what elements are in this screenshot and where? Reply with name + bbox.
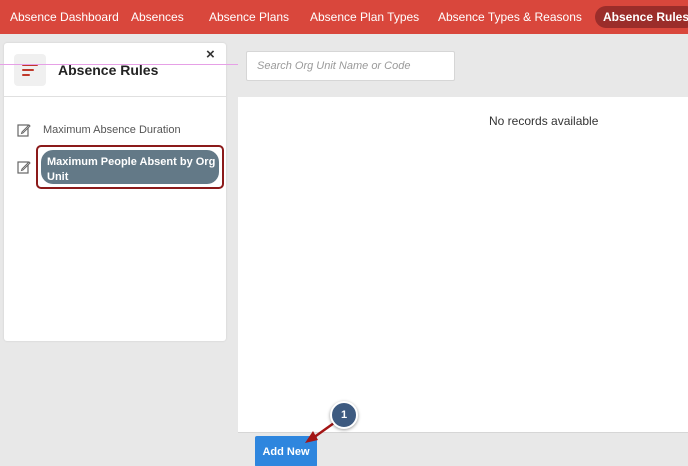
nav-item-absence-plan-types[interactable]: Absence Plan Types	[310, 0, 419, 34]
sidebar-item-label: Maximum Absence Duration	[43, 124, 181, 136]
sidebar-header: Absence Rules ×	[4, 43, 226, 97]
subnav-strip	[0, 34, 688, 42]
sidebar-item-label: Maximum People Absent by Org Unit	[47, 156, 216, 183]
search-input[interactable]	[246, 51, 455, 81]
nav-item-absence-dashboard[interactable]: Absence Dashboard	[10, 0, 119, 34]
close-icon[interactable]: ×	[206, 46, 215, 63]
nav-item-absence-plans[interactable]: Absence Plans	[209, 0, 289, 34]
top-nav: Absence Dashboard Absences Absence Plans…	[0, 0, 688, 34]
search-toolbar	[238, 43, 688, 96]
add-new-button[interactable]: Add New	[255, 436, 317, 466]
sidebar-item-maximum-people-absent[interactable]: Maximum People Absent by Org Unit	[41, 150, 219, 184]
empty-state-message: No records available	[489, 114, 599, 128]
step-badge: 1	[330, 401, 358, 429]
footer-bar: Add New	[238, 432, 688, 466]
highlight-box: Maximum People Absent by Org Unit	[36, 145, 224, 189]
sidebar-panel: Absence Rules × Maximum Absence Duration…	[4, 43, 226, 341]
edit-icon	[17, 161, 31, 174]
records-panel: No records available	[238, 97, 688, 432]
nav-item-absences[interactable]: Absences	[131, 0, 184, 34]
edit-icon	[17, 124, 31, 137]
hamburger-menu-icon[interactable]	[14, 54, 46, 86]
nav-item-absence-rules[interactable]: Absence Rules	[595, 6, 688, 28]
nav-item-absence-types-reasons[interactable]: Absence Types & Reasons	[438, 0, 582, 34]
